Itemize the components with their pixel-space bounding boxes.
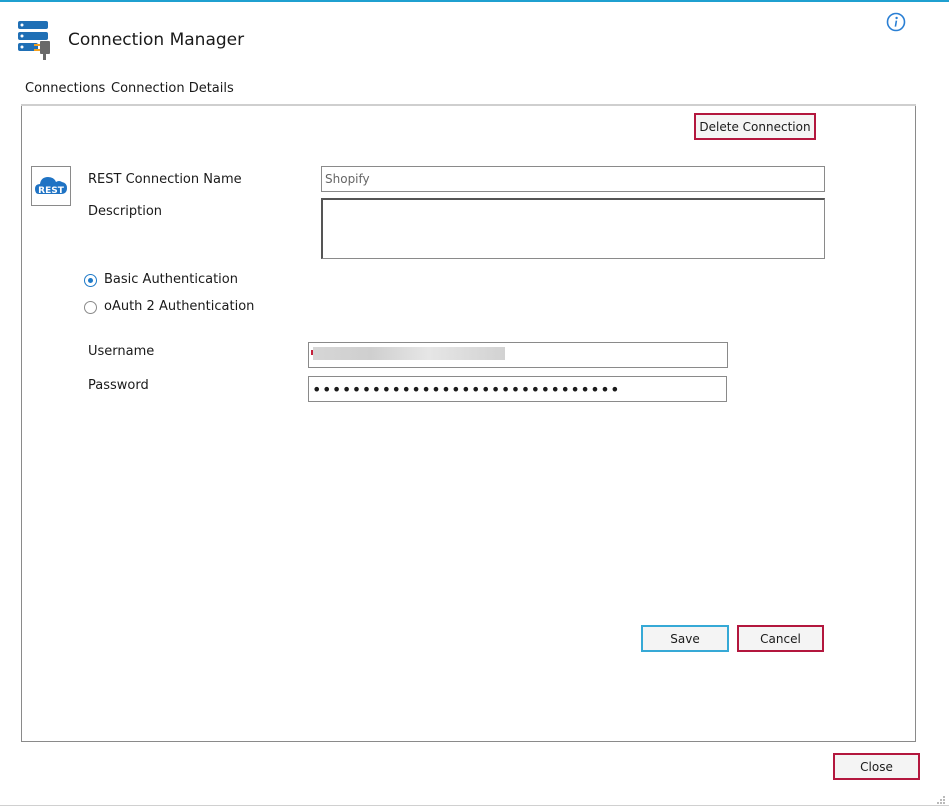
password-label: Password	[88, 378, 149, 393]
radio-unchecked-icon[interactable]	[84, 301, 97, 314]
password-input[interactable]	[308, 376, 727, 402]
info-icon[interactable]	[886, 12, 906, 32]
close-button[interactable]: Close	[833, 753, 920, 780]
window-bottom-edge	[0, 805, 949, 806]
tab-connection-details[interactable]: Connection Details	[107, 78, 238, 107]
window-top-accent	[0, 0, 949, 2]
radio-checked-icon[interactable]	[84, 274, 97, 287]
cancel-button[interactable]: Cancel	[737, 625, 824, 652]
svg-text:REST: REST	[38, 186, 65, 196]
connection-name-label: REST Connection Name	[88, 172, 242, 187]
resize-grip-icon[interactable]	[936, 795, 946, 805]
basic-auth-label: Basic Authentication	[104, 272, 238, 287]
app-title: Connection Manager	[68, 30, 245, 50]
description-label: Description	[88, 204, 163, 219]
username-redacted	[313, 347, 505, 360]
delete-connection-button[interactable]: Delete Connection	[694, 113, 816, 140]
rest-cloud-icon: REST	[31, 166, 71, 206]
save-button[interactable]: Save	[641, 625, 729, 652]
description-textarea[interactable]	[321, 198, 825, 259]
connection-name-input[interactable]	[321, 166, 825, 192]
tab-connections[interactable]: Connections	[21, 78, 109, 104]
username-label: Username	[88, 344, 155, 359]
server-plug-icon	[18, 21, 50, 60]
oauth2-auth-label: oAuth 2 Authentication	[104, 299, 255, 314]
